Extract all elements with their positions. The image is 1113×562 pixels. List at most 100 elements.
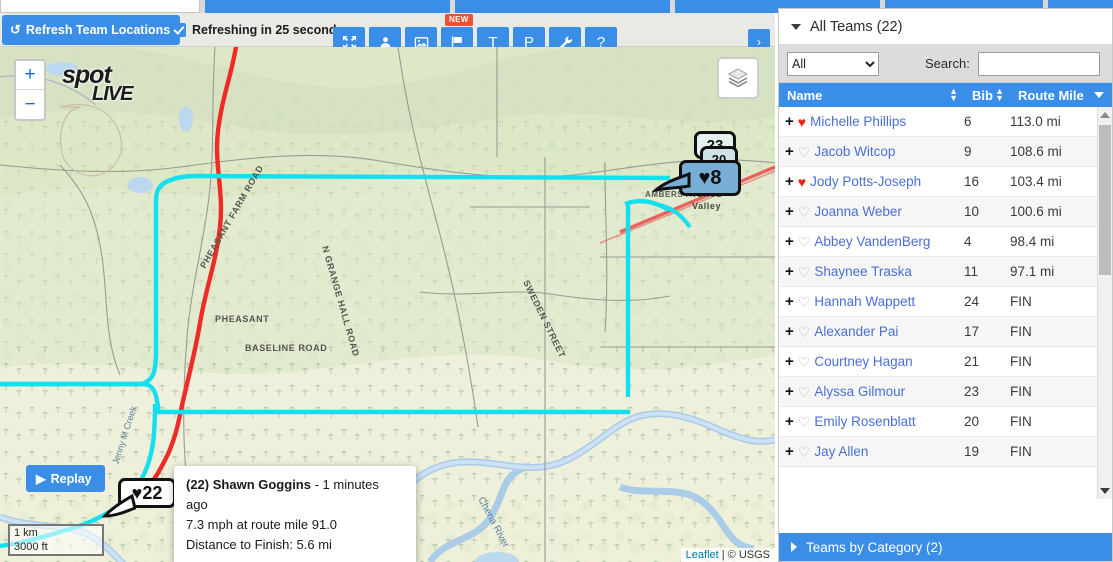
scroll-up-icon[interactable]: [1100, 112, 1110, 118]
column-header-route-mile-label: Route Mile: [1018, 87, 1084, 103]
favorite-icon[interactable]: ♡: [798, 355, 811, 369]
favorite-icon[interactable]: ♡: [798, 235, 811, 249]
table-row[interactable]: + ♡ Courtney Hagan 21 FIN: [779, 347, 1112, 377]
column-header-bib-label: Bib: [972, 87, 993, 103]
top-strip-button-2[interactable]: [455, 0, 670, 13]
map-attribution: Leaflet | © USGS: [680, 548, 775, 562]
bib-cell: 11: [964, 264, 979, 279]
favorite-icon[interactable]: ♡: [798, 265, 811, 279]
table-row[interactable]: + ♡ Jacob Witcop 9 108.6 mi: [779, 137, 1112, 167]
team-name-link[interactable]: Emily Rosenblatt: [814, 414, 915, 429]
all-teams-header[interactable]: All Teams (22): [779, 9, 1112, 45]
team-name-link[interactable]: Abbey VandenBerg: [814, 234, 930, 249]
team-name-link[interactable]: Shaynee Traska: [814, 264, 912, 279]
expand-row-button[interactable]: +: [785, 113, 794, 130]
expand-row-button[interactable]: +: [785, 233, 794, 250]
team-name-cell: + ♡ Alyssa Gilmour: [779, 383, 964, 400]
expand-row-button[interactable]: +: [785, 323, 794, 340]
favorite-icon[interactable]: ♥: [798, 175, 806, 189]
expand-row-button[interactable]: +: [785, 443, 794, 460]
bib-cell: 16: [964, 174, 980, 189]
team-name-link[interactable]: Jacob Witcop: [814, 144, 895, 159]
team-name-link[interactable]: Michelle Phillips: [810, 114, 906, 129]
expand-row-button[interactable]: +: [785, 143, 794, 160]
top-strip-field[interactable]: [0, 0, 200, 13]
zoom-in-button[interactable]: +: [16, 61, 44, 90]
table-row[interactable]: + ♥ Michelle Phillips 6 113.0 mi: [779, 107, 1112, 137]
refresh-team-locations-button[interactable]: ↻ Refresh Team Locations: [2, 15, 181, 45]
favorite-icon[interactable]: ♡: [798, 295, 811, 309]
table-row[interactable]: + ♡ Alyssa Gilmour 23 FIN: [779, 377, 1112, 407]
expand-row-button[interactable]: +: [785, 383, 794, 400]
team-name-cell: + ♡ Abbey VandenBerg: [779, 233, 964, 250]
team-name-link[interactable]: Joanna Weber: [814, 204, 902, 219]
teams-filter-bar: All Search:: [779, 45, 1112, 83]
search-input[interactable]: [977, 51, 1100, 76]
refresh-icon: ↻: [10, 22, 21, 37]
sort-descending-icon[interactable]: [1094, 92, 1104, 98]
favorite-icon[interactable]: ♥: [798, 115, 806, 129]
bib-cell: 10: [964, 204, 980, 219]
team-name-link[interactable]: Courtney Hagan: [814, 354, 912, 369]
team-marker-8[interactable]: ♥8: [653, 160, 741, 196]
refresh-button-label: Refresh Team Locations: [25, 23, 171, 37]
team-name-cell: + ♥ Michelle Phillips: [779, 113, 964, 130]
team-name-link[interactable]: Alyssa Gilmour: [814, 384, 905, 399]
table-row[interactable]: + ♡ Jay Allen 19 FIN: [779, 437, 1112, 467]
leaflet-link[interactable]: Leaflet: [686, 549, 719, 561]
scale-control: 1 km 3000 ft: [8, 524, 104, 556]
expand-row-button[interactable]: +: [785, 173, 794, 190]
layers-icon[interactable]: [717, 57, 759, 99]
expand-row-button[interactable]: +: [785, 263, 794, 280]
table-row[interactable]: + ♡ Emily Rosenblatt 20 FIN: [779, 407, 1112, 437]
zoom-out-button[interactable]: −: [16, 90, 44, 119]
team-name-link[interactable]: Jody Potts-Joseph: [810, 174, 921, 189]
column-header-route-mile[interactable]: Route Mile: [1010, 83, 1112, 107]
expand-row-button[interactable]: +: [785, 413, 794, 430]
favorite-icon[interactable]: ♡: [798, 415, 811, 429]
team-name-link[interactable]: Alexander Pai: [814, 324, 898, 339]
expand-row-button[interactable]: +: [785, 293, 794, 310]
chevron-right-icon[interactable]: [791, 542, 797, 552]
table-row[interactable]: + ♡ Alexander Pai 17 FIN: [779, 317, 1112, 347]
table-row[interactable]: + ♡ Hannah Wappett 24 FIN: [779, 287, 1112, 317]
column-header-bib[interactable]: Bib ▲ ▼: [964, 83, 1010, 107]
replay-label: Replay: [50, 471, 92, 486]
sort-both-icon[interactable]: ▲ ▼: [995, 86, 1004, 102]
leaflet-map[interactable]: PHEASANT FARM ROAD PHEASANT N GRANGE HAL…: [0, 47, 775, 562]
auto-refresh-checkbox[interactable]: [172, 23, 186, 37]
team-name-link[interactable]: Jay Allen: [814, 444, 868, 459]
favorite-icon[interactable]: ♡: [798, 205, 811, 219]
table-row[interactable]: + ♡ Joanna Weber 10 100.6 mi: [779, 197, 1112, 227]
team-name-link[interactable]: Hannah Wappett: [814, 294, 915, 309]
table-row[interactable]: + ♥ Jody Potts-Joseph 16 103.4 mi: [779, 167, 1112, 197]
expand-row-button[interactable]: +: [785, 203, 794, 220]
scroll-down-icon[interactable]: [1100, 488, 1110, 494]
favorite-icon[interactable]: ♡: [798, 325, 811, 339]
favorite-icon[interactable]: ♡: [798, 145, 811, 159]
zoom-control[interactable]: + −: [14, 59, 46, 121]
chevron-down-icon[interactable]: [791, 23, 801, 30]
table-row[interactable]: + ♡ Abbey VandenBerg 4 98.4 mi: [779, 227, 1112, 257]
favorite-icon[interactable]: ♡: [798, 445, 811, 459]
scrollbar-thumb[interactable]: [1099, 125, 1111, 275]
sort-both-icon[interactable]: ▲ ▼: [949, 86, 958, 102]
teams-by-category-section[interactable]: Teams by Category (2): [779, 533, 1112, 561]
top-strip-button-1[interactable]: [205, 0, 450, 13]
spot-live-tracking-app: ↻ Refresh Team Locations Refreshing in 2…: [0, 0, 1113, 562]
teams-list-scrollbar[interactable]: [1097, 107, 1112, 499]
column-header-name[interactable]: Name ▲ ▼: [779, 83, 964, 107]
replay-button[interactable]: ▶ Replay: [26, 465, 105, 492]
auto-refresh-toggle[interactable]: Refreshing in 25 seconds: [172, 15, 343, 45]
bib-cell: 21: [964, 354, 980, 369]
team-marker-22[interactable]: ♥22: [102, 478, 176, 518]
search-label: Search:: [925, 56, 970, 71]
expand-row-button[interactable]: +: [785, 353, 794, 370]
bib-cell: 24: [964, 294, 980, 309]
map-toolbar: ↻ Refresh Team Locations Refreshing in 2…: [0, 13, 775, 57]
teams-table-body[interactable]: + ♥ Michelle Phillips 6 113.0 mi + ♡ Jacob Witc…: [779, 107, 1112, 499]
favorite-icon[interactable]: ♡: [798, 385, 811, 399]
table-row[interactable]: + ♡ Shaynee Traska 11 97.1 mi: [779, 257, 1112, 287]
bib-cell: 23: [964, 384, 980, 399]
category-filter-select[interactable]: All: [787, 51, 879, 76]
